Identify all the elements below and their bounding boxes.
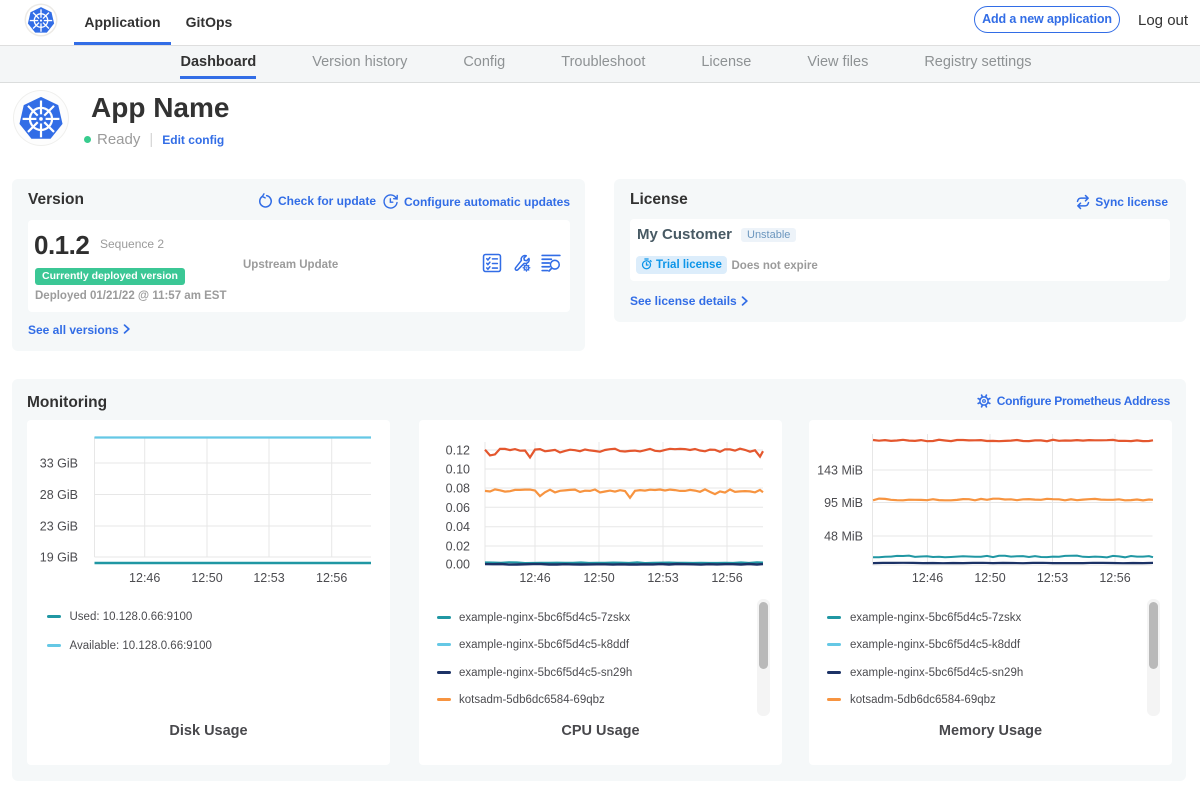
svg-text:23 GiB: 23 GiB — [40, 520, 78, 534]
svg-text:12:46: 12:46 — [912, 571, 943, 585]
svg-text:12:46: 12:46 — [129, 571, 160, 585]
svg-text:0.12: 0.12 — [446, 444, 470, 458]
svg-text:12:53: 12:53 — [647, 571, 678, 585]
svg-text:12:53: 12:53 — [1037, 571, 1068, 585]
svg-text:0.02: 0.02 — [446, 540, 470, 554]
svg-text:19 GiB: 19 GiB — [40, 551, 78, 565]
svg-text:95 MiB: 95 MiB — [824, 496, 863, 510]
svg-text:48 MiB: 48 MiB — [824, 530, 863, 544]
svg-text:12:56: 12:56 — [1099, 571, 1130, 585]
svg-text:12:50: 12:50 — [191, 571, 222, 585]
svg-text:12:56: 12:56 — [316, 571, 347, 585]
svg-text:12:46: 12:46 — [519, 571, 550, 585]
svg-text:143 MiB: 143 MiB — [817, 464, 863, 478]
svg-text:0.08: 0.08 — [446, 482, 470, 496]
svg-text:12:50: 12:50 — [974, 571, 1005, 585]
svg-text:0.10: 0.10 — [446, 463, 470, 477]
svg-text:12:56: 12:56 — [711, 571, 742, 585]
svg-text:0.00: 0.00 — [446, 558, 470, 572]
svg-text:33 GiB: 33 GiB — [40, 457, 78, 471]
svg-text:12:53: 12:53 — [253, 571, 284, 585]
svg-text:0.04: 0.04 — [446, 520, 470, 534]
svg-text:0.06: 0.06 — [446, 501, 470, 515]
svg-text:28 GiB: 28 GiB — [40, 488, 78, 502]
svg-text:12:50: 12:50 — [583, 571, 614, 585]
